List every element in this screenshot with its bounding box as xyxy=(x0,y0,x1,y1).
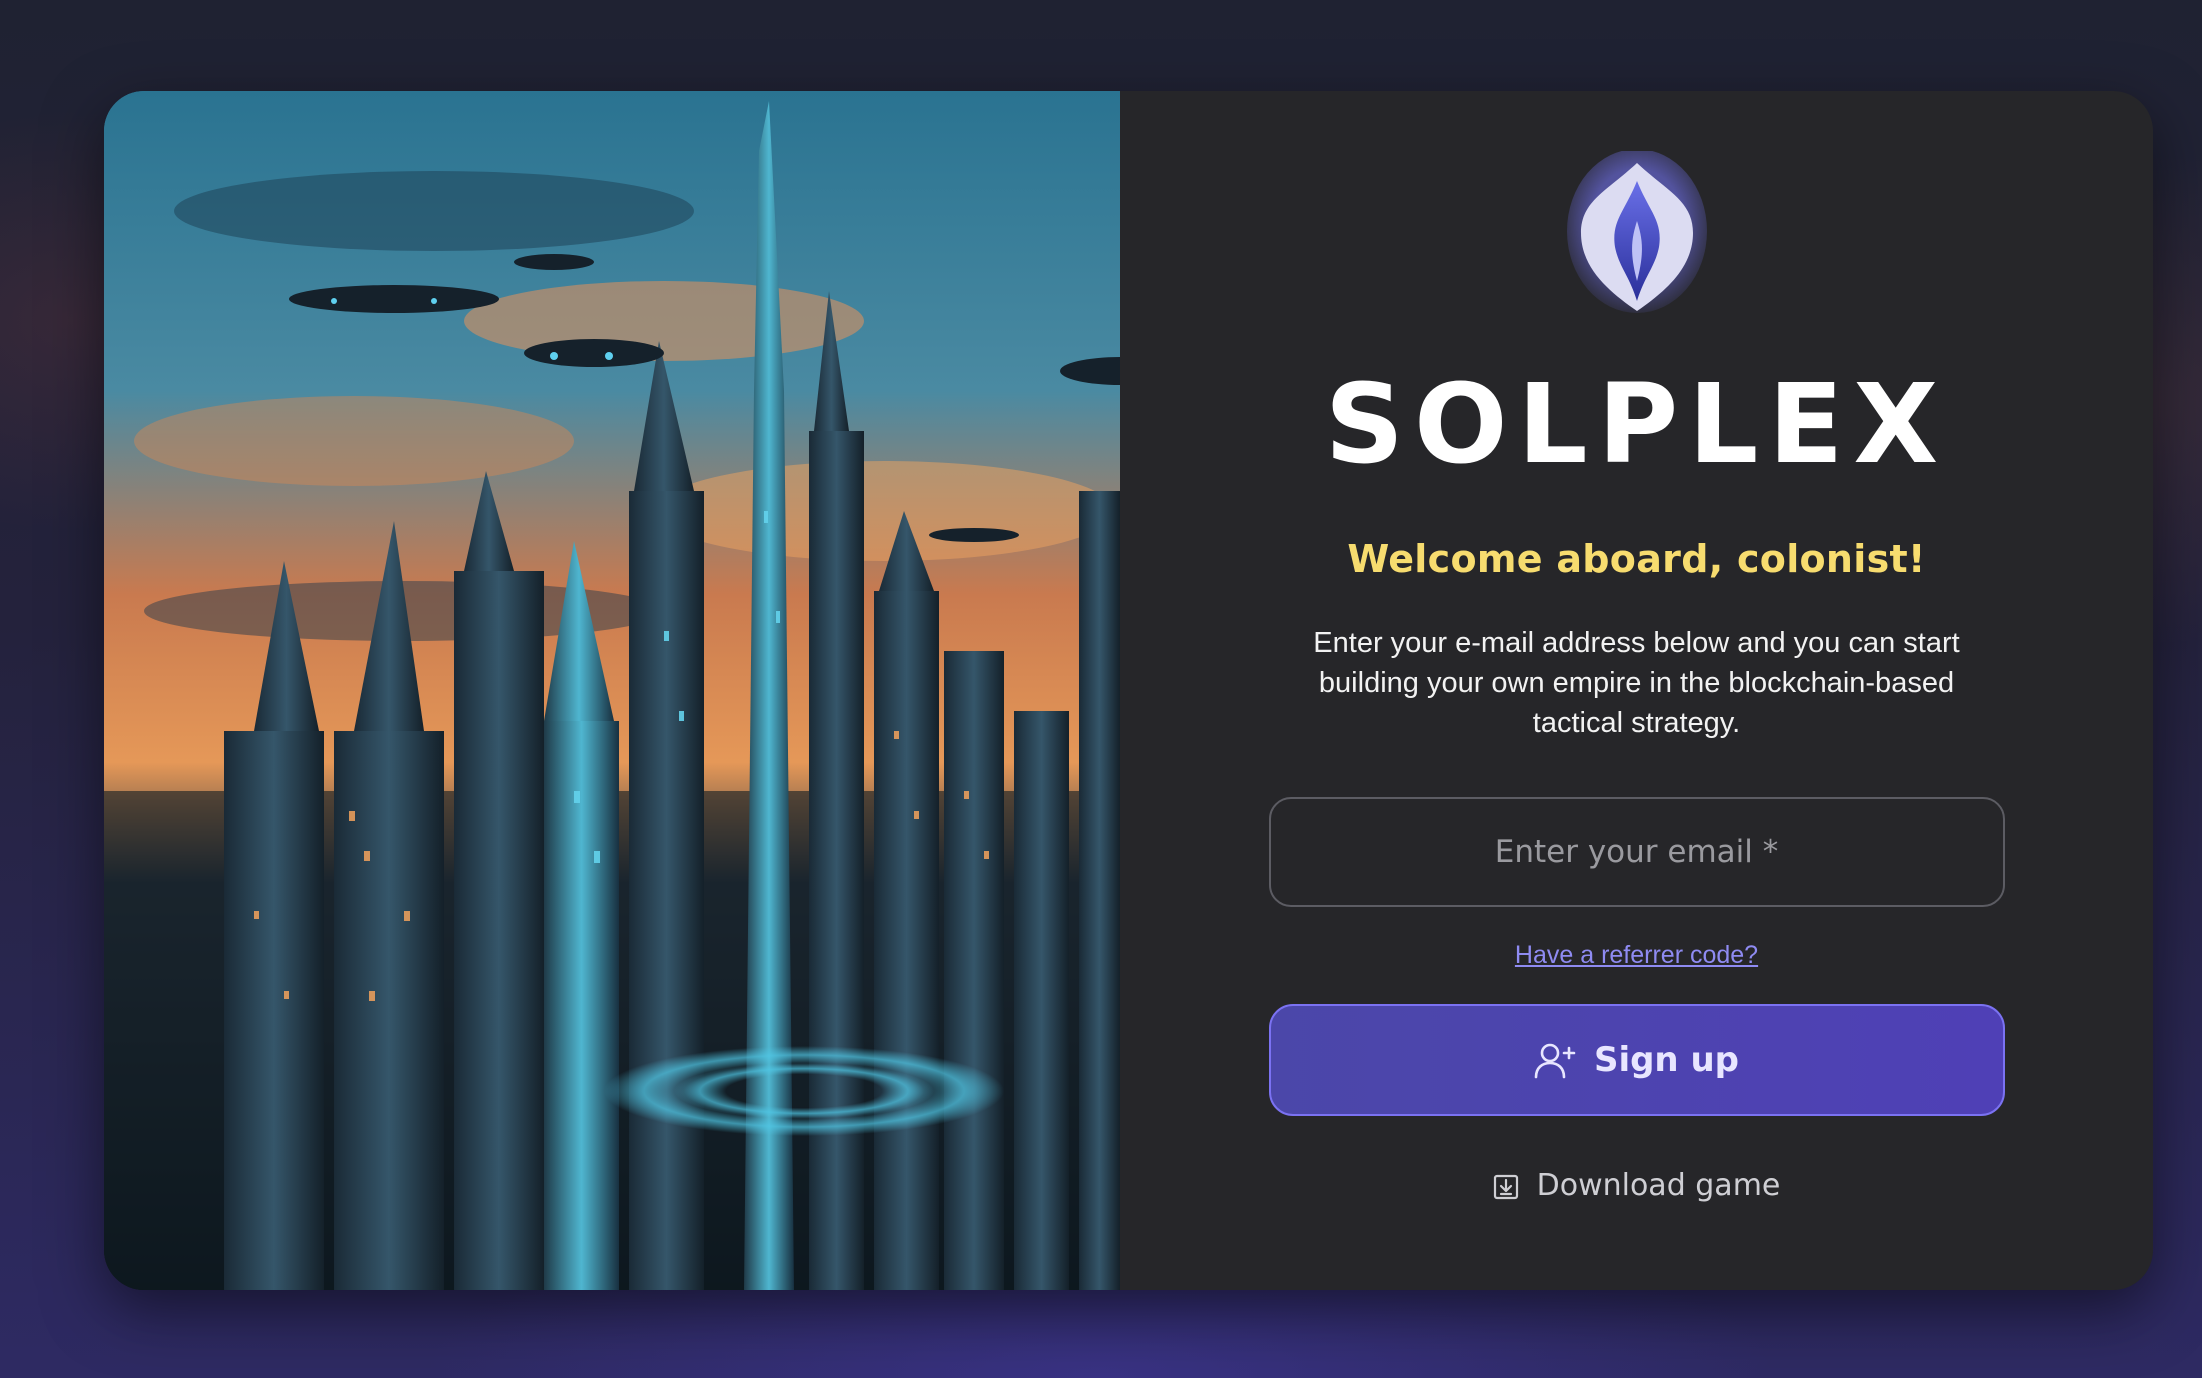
email-input[interactable] xyxy=(1268,797,2005,907)
user-plus-icon xyxy=(1534,1043,1576,1079)
download-game-label: Download game xyxy=(1536,1168,1781,1203)
download-icon xyxy=(1493,1174,1518,1199)
welcome-description: Enter your e-mail address below and you … xyxy=(1313,627,1960,739)
referrer-code-link[interactable]: Have a referrer code? xyxy=(1515,941,1758,970)
hero-image-futuristic-city xyxy=(104,91,1120,1290)
brand-wordmark: SOLPLEX xyxy=(1324,360,1949,488)
flame-shield-icon xyxy=(1566,151,1707,313)
signup-card: SOLPLEX Welcome aboard, colonist! Enter … xyxy=(104,91,2153,1290)
download-game-button[interactable]: Download game xyxy=(1493,1168,1781,1203)
signup-button[interactable]: Sign up xyxy=(1268,1004,2005,1116)
welcome-heading: Welcome aboard, colonist! xyxy=(1347,537,1926,581)
signup-button-label: Sign up xyxy=(1593,1040,1740,1080)
signup-panel: SOLPLEX Welcome aboard, colonist! Enter … xyxy=(1120,91,2153,1290)
